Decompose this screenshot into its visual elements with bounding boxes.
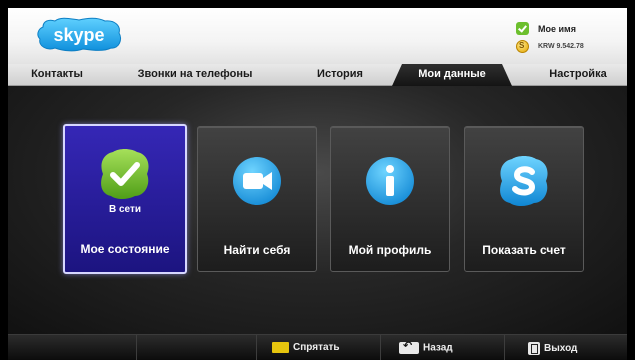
hide-button[interactable]: Спрятать: [272, 342, 340, 356]
main-tabs: Контакты Звонки на телефоны История Мои …: [8, 64, 627, 86]
tile-find-me[interactable]: Найти себя: [197, 126, 317, 272]
tile-label: Найти себя: [223, 243, 291, 257]
skype-logo: skype: [37, 17, 122, 52]
tile-label: Мой профиль: [348, 243, 432, 257]
logo-text: skype: [53, 25, 104, 45]
return-key-icon: [399, 339, 419, 354]
status-sublabel: В сети: [108, 204, 142, 215]
bottom-bar: Спрятать Назад Выход: [8, 334, 627, 360]
divider: [504, 335, 505, 360]
info-icon: [366, 157, 414, 205]
online-check-icon: [101, 149, 149, 199]
content-area: В сети Мое состояние Найти себя Мой проф…: [8, 86, 627, 334]
back-button[interactable]: Назад: [399, 339, 453, 356]
tab-my-data[interactable]: Мои данные: [392, 64, 512, 86]
tab-settings[interactable]: Настройка: [528, 64, 627, 86]
tab-phone-calls[interactable]: Звонки на телефоны: [120, 64, 270, 86]
header: skype Мое имя S KRW 9.542.78: [8, 8, 627, 64]
skype-credit-icon: S: [516, 40, 529, 53]
credit-balance: KRW 9.542.78: [538, 43, 584, 50]
tile-label: Мое состояние: [80, 242, 170, 256]
divider: [256, 335, 257, 360]
online-check-icon: [516, 22, 529, 35]
divider: [380, 335, 381, 360]
tv-app-window: skype Мое имя S KRW 9.542.78 Контакты Зв…: [8, 8, 627, 360]
tile-show-account[interactable]: Показать счет: [464, 126, 584, 272]
exit-key-icon: [528, 342, 540, 355]
exit-button[interactable]: Выход: [528, 342, 577, 356]
user-name: Мое имя: [538, 24, 576, 34]
tile-my-status[interactable]: В сети Мое состояние: [63, 124, 187, 274]
account-status: Мое имя S KRW 9.542.78: [516, 22, 621, 56]
tab-history[interactable]: История: [300, 64, 380, 86]
tile-my-profile[interactable]: Мой профиль: [330, 126, 450, 272]
tile-label: Показать счет: [482, 243, 566, 257]
divider: [136, 335, 137, 360]
skype-credit-icon: [500, 156, 548, 206]
video-camera-icon: [233, 157, 281, 205]
tab-contacts[interactable]: Контакты: [16, 64, 98, 86]
yellow-key-icon: [272, 342, 289, 353]
